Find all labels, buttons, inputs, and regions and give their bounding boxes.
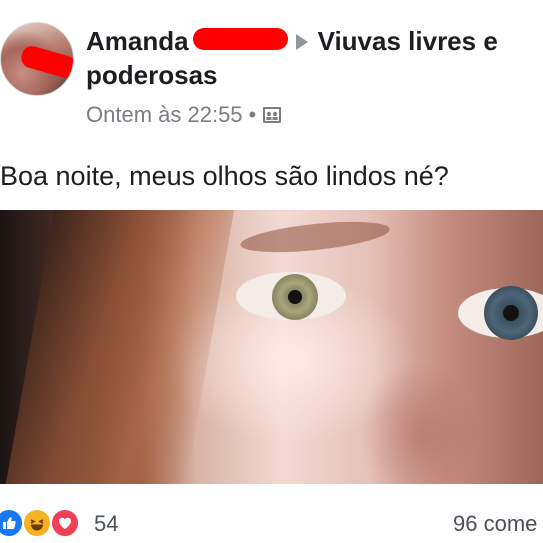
reaction-count[interactable]: 54 [94,510,118,538]
author-name[interactable]: Amanda [86,26,189,56]
author-avatar[interactable] [0,22,74,96]
meta-separator: • [248,102,257,127]
photo-right-pupil [503,305,519,321]
triangle-right-icon [295,34,308,50]
photo-eyebrow [239,216,391,258]
redaction-mark [19,43,73,81]
post-text: Boa noite, meus olhos são lindos né? [0,161,449,191]
post-photo[interactable] [0,210,543,484]
group-icon [263,107,282,123]
name-redaction-mark [192,28,288,50]
post-timestamp[interactable]: Ontem às 22:55 [86,102,243,127]
reaction-icons[interactable] [0,508,90,540]
photo-hair-region [5,210,235,484]
post-header-title: Amanda Viuvas livres e poderosas [86,24,536,92]
haha-icon [22,508,52,538]
photo-nose-shadow [360,360,480,484]
comments-count-link[interactable]: 96 come [453,510,543,538]
facebook-post: Amanda Viuvas livres e poderosas Ontem às… [0,0,543,543]
like-icon [0,508,24,538]
love-icon [50,508,80,538]
photo-left-pupil [288,290,302,304]
post-meta: Ontem às 22:55 • [86,100,282,130]
